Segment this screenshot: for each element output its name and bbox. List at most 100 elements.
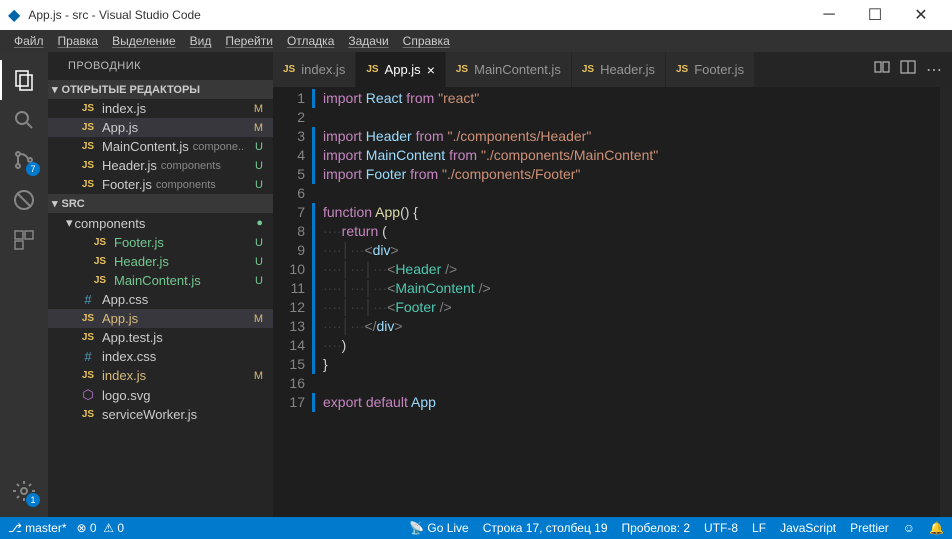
open-editors-header[interactable]: ▾ОТКРЫТЫЕ РЕДАКТОРЫ	[48, 80, 273, 99]
js-icon: JS	[80, 160, 96, 171]
split-icon[interactable]	[900, 59, 916, 80]
workspace-header[interactable]: ▾SRC	[48, 194, 273, 213]
file-icon: ⬡	[80, 387, 96, 403]
js-icon: JS	[283, 64, 295, 75]
git-status: U	[255, 160, 263, 172]
settings-badge: 1	[26, 493, 40, 507]
minimize-button[interactable]: ─	[806, 0, 852, 30]
eol[interactable]: LF	[752, 521, 766, 535]
scm-badge: 7	[26, 162, 40, 176]
git-status: M	[254, 313, 263, 325]
file-item[interactable]: #App.css	[48, 290, 273, 309]
open-editor-item[interactable]: JSFooter.jscomponentsU	[48, 175, 273, 194]
settings-icon[interactable]: 1	[0, 471, 48, 511]
menu-debug[interactable]: Отладка	[281, 32, 340, 50]
git-status: U	[255, 179, 263, 191]
file-item[interactable]: JSApp.jsM	[48, 309, 273, 328]
code-content[interactable]: import React from "react" import Header …	[323, 87, 952, 517]
file-icon: JS	[80, 332, 96, 343]
line-gutter: 1234567891011121314151617	[273, 87, 323, 517]
git-status: U	[255, 275, 263, 287]
prettier-status[interactable]: Prettier	[850, 521, 889, 535]
file-item[interactable]: ⬡logo.svg	[48, 385, 273, 405]
git-status: U	[255, 237, 263, 249]
js-icon: JS	[80, 179, 96, 190]
editor-area: JSindex.jsJSApp.js×JSMainContent.jsJSHea…	[273, 52, 952, 517]
explorer-icon[interactable]	[0, 60, 48, 100]
chevron-down-icon: ▾	[66, 215, 73, 231]
statusbar: ⎇ master* ⊗ 0 ⚠ 0 📡 Go Live Строка 17, с…	[0, 517, 952, 539]
extensions-icon[interactable]	[0, 220, 48, 260]
encoding[interactable]: UTF-8	[704, 521, 738, 535]
search-icon[interactable]	[0, 100, 48, 140]
editor-tab[interactable]: JSMainContent.js	[446, 52, 572, 87]
git-status: U	[255, 141, 263, 153]
indentation[interactable]: Пробелов: 2	[622, 521, 691, 535]
open-editor-item[interactable]: JSApp.jsM	[48, 118, 273, 137]
feedback-icon[interactable]: ☺	[903, 521, 915, 535]
folder-components[interactable]: ▾components●	[48, 213, 273, 233]
folder-status-dot: ●	[256, 217, 263, 229]
js-icon: JS	[92, 237, 108, 248]
git-status: M	[254, 370, 263, 382]
editor-tab[interactable]: JSHeader.js	[572, 52, 666, 87]
minimap[interactable]	[880, 87, 940, 167]
close-icon[interactable]: ×	[427, 62, 435, 78]
cursor-position[interactable]: Строка 17, столбец 19	[483, 521, 608, 535]
git-status: M	[254, 103, 263, 115]
close-button[interactable]: ✕	[898, 0, 944, 30]
menu-file[interactable]: Файл	[8, 32, 50, 50]
sidebar-title: ПРОВОДНИК	[48, 52, 273, 80]
open-editor-item[interactable]: JSMainContent.jscompone..U	[48, 137, 273, 156]
problems-indicator[interactable]: ⊗ 0 ⚠ 0	[77, 521, 125, 535]
sidebar: ПРОВОДНИК ▾ОТКРЫТЫЕ РЕДАКТОРЫ JSindex.js…	[48, 52, 273, 517]
js-icon: JS	[92, 256, 108, 267]
language-mode[interactable]: JavaScript	[780, 521, 836, 535]
file-item[interactable]: JSserviceWorker.js	[48, 405, 273, 424]
window-title: App.js - src - Visual Studio Code	[28, 8, 201, 22]
git-status: U	[255, 256, 263, 268]
titlebar: ◆ App.js - src - Visual Studio Code ─ ☐ …	[0, 0, 952, 30]
editor-tab[interactable]: JSindex.js	[273, 52, 356, 87]
file-icon: JS	[80, 370, 96, 381]
menu-go[interactable]: Перейти	[219, 32, 279, 50]
activitybar: 7 1	[0, 52, 48, 517]
js-icon: JS	[80, 141, 96, 152]
scm-icon[interactable]: 7	[0, 140, 48, 180]
file-item[interactable]: #index.css	[48, 347, 273, 366]
file-item[interactable]: JSApp.test.js	[48, 328, 273, 347]
file-icon: JS	[80, 313, 96, 324]
file-item[interactable]: JSindex.jsM	[48, 366, 273, 385]
menu-tasks[interactable]: Задачи	[342, 32, 394, 50]
file-icon: #	[80, 292, 96, 307]
code-editor[interactable]: 1234567891011121314151617 import React f…	[273, 87, 952, 517]
git-status: M	[254, 122, 263, 134]
golive-button[interactable]: 📡 Go Live	[409, 521, 469, 535]
editor-tab[interactable]: JSApp.js×	[356, 52, 446, 87]
js-icon: JS	[92, 275, 108, 286]
js-icon: JS	[456, 64, 468, 75]
js-icon: JS	[582, 64, 594, 75]
maximize-button[interactable]: ☐	[852, 0, 898, 30]
compare-icon[interactable]	[874, 59, 890, 80]
bell-icon[interactable]: 🔔	[929, 521, 944, 535]
menubar: Файл Правка Выделение Вид Перейти Отладк…	[0, 30, 952, 52]
editor-tab[interactable]: JSFooter.js	[666, 52, 755, 87]
open-editor-item[interactable]: JSindex.jsM	[48, 99, 273, 118]
file-item[interactable]: JSHeader.jsU	[48, 252, 273, 271]
menu-edit[interactable]: Правка	[52, 32, 105, 50]
file-item[interactable]: JSMainContent.jsU	[48, 271, 273, 290]
menu-view[interactable]: Вид	[184, 32, 218, 50]
file-item[interactable]: JSFooter.jsU	[48, 233, 273, 252]
open-editor-item[interactable]: JSHeader.jscomponentsU	[48, 156, 273, 175]
js-icon: JS	[366, 64, 378, 75]
scrollbar-vertical[interactable]	[940, 87, 952, 517]
js-icon: JS	[676, 64, 688, 75]
debug-icon[interactable]	[0, 180, 48, 220]
branch-indicator[interactable]: ⎇ master*	[8, 521, 67, 535]
menu-selection[interactable]: Выделение	[106, 32, 182, 50]
file-icon: JS	[80, 409, 96, 420]
more-icon[interactable]: ⋯	[926, 60, 942, 80]
menu-help[interactable]: Справка	[397, 32, 456, 50]
chevron-down-icon: ▾	[52, 197, 58, 210]
